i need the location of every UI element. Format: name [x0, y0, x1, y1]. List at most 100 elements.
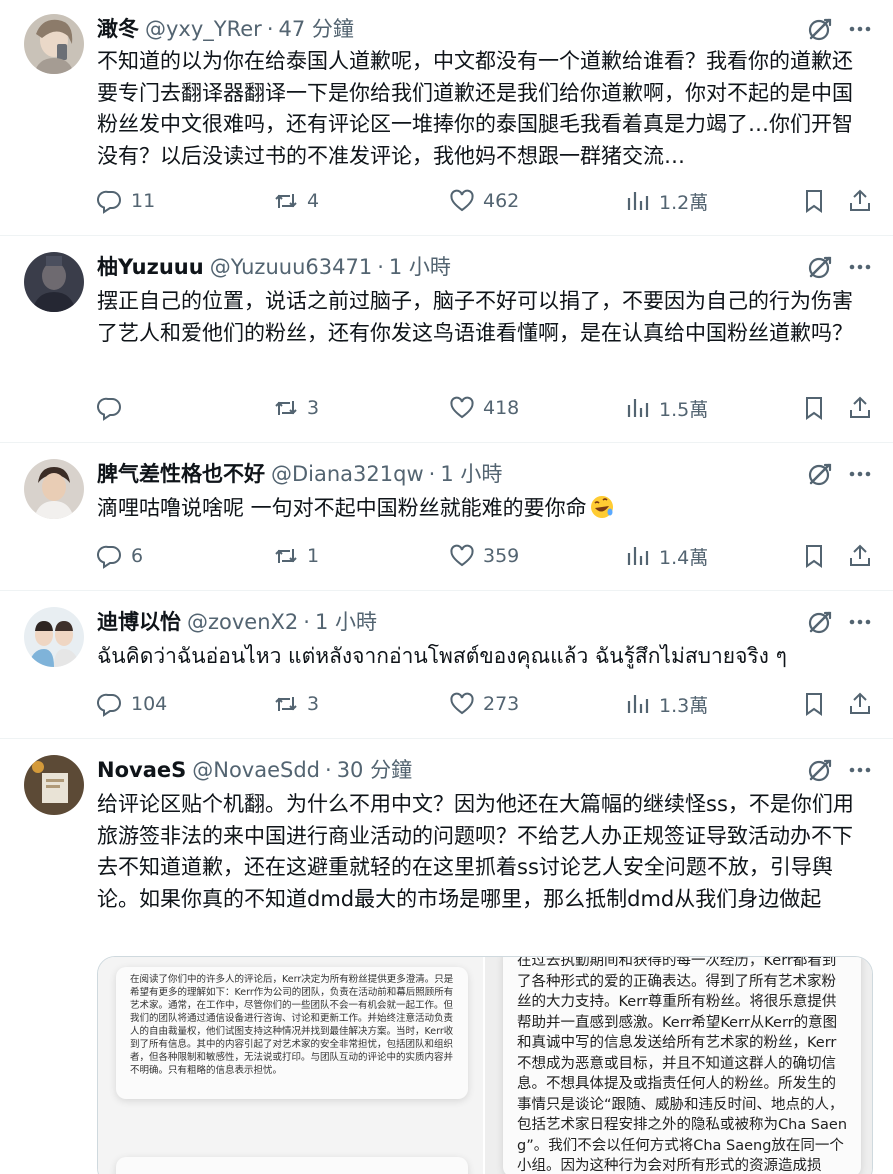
- share-button[interactable]: [847, 541, 873, 571]
- reply-count: 104: [131, 693, 168, 715]
- share-button[interactable]: [847, 689, 873, 719]
- reply-button[interactable]: 11: [97, 186, 155, 216]
- repost-button[interactable]: 3: [273, 393, 319, 423]
- views-button[interactable]: 1.5萬: [625, 393, 708, 423]
- heart-icon: [449, 395, 475, 421]
- views-button[interactable]: 1.3萬: [625, 689, 708, 719]
- share-button[interactable]: [847, 393, 873, 423]
- reply-button[interactable]: [97, 393, 131, 423]
- user-handle[interactable]: @Yuzuuu63471: [210, 252, 372, 282]
- like-button[interactable]: 462: [449, 186, 519, 216]
- grok-icon[interactable]: [807, 609, 833, 635]
- user-handle[interactable]: @zovenX2: [187, 607, 298, 637]
- tweet-5[interactable]: NovaeS @NovaeSdd · 30 分鐘 给评论区贴个机翻。为什么不用中…: [0, 739, 893, 1174]
- avatar[interactable]: [24, 755, 84, 815]
- tweet-actions: 11 4 462 1.2萬: [0, 186, 893, 216]
- repost-count: 3: [307, 397, 320, 419]
- repost-count: 4: [307, 190, 320, 212]
- grok-icon[interactable]: [807, 254, 833, 280]
- tweet-1[interactable]: 澉冬 @yxy_YRer · 47 分鐘 不知道的以为你在给泰国人道歉呢，中文都…: [0, 0, 893, 236]
- views-icon: [625, 543, 651, 569]
- timestamp[interactable]: 47 分鐘: [279, 14, 354, 44]
- grok-icon[interactable]: [807, 757, 833, 783]
- share-icon: [847, 543, 873, 569]
- view-count: 1.5萬: [659, 398, 709, 421]
- repost-button[interactable]: 3: [273, 689, 319, 719]
- screenshot-text: 在过去执勤期间和获得的每一次经历，Kerr都看到了各种形式的爱的正确表达。得到了…: [517, 956, 848, 1174]
- tweet-actions: 3 418 1.5萬: [0, 393, 893, 423]
- separator-dot: ·: [303, 610, 310, 634]
- screenshot-card: 在过去执勤期间和获得的每一次经历，Kerr都看到了各种形式的爱的正确表达。得到了…: [503, 956, 861, 1174]
- tweet-text: 摆正自己的位置，说话之前过脑子，脑子不好可以捐了，不要因为自己的行为伤害了艺人和…: [97, 289, 853, 345]
- reply-count: 11: [131, 190, 156, 212]
- timestamp[interactable]: 30 分鐘: [337, 755, 412, 785]
- like-button[interactable]: 273: [449, 689, 519, 719]
- display-name[interactable]: NovaeS: [97, 755, 186, 785]
- views-button[interactable]: 1.4萬: [625, 541, 708, 571]
- timestamp[interactable]: 1 小時: [389, 252, 451, 282]
- display-name[interactable]: 迪博以怡: [97, 607, 181, 637]
- share-button[interactable]: [847, 186, 873, 216]
- tweet-header: 柚Yuzuuu @Yuzuuu63471 · 1 小時: [97, 252, 783, 282]
- screenshot-card: 在阅读了你们中的许多人的评论后，Kerr决定为所有粉丝提供更多澄清。只是希望有更…: [116, 967, 468, 1099]
- media-image-1[interactable]: 在阅读了你们中的许多人的评论后，Kerr决定为所有粉丝提供更多澄清。只是希望有更…: [98, 957, 485, 1174]
- media-image-2[interactable]: 在过去执勤期间和获得的每一次经历，Kerr都看到了各种形式的爱的正确表达。得到了…: [485, 957, 872, 1174]
- grok-icon[interactable]: [807, 16, 833, 42]
- more-icon[interactable]: [847, 254, 873, 280]
- timestamp[interactable]: 1 小時: [440, 459, 502, 489]
- avatar[interactable]: [24, 459, 84, 519]
- bookmark-button[interactable]: [801, 689, 827, 719]
- tweet-text: 给评论区贴个机翻。为什么不用中文？因为他还在大篇幅的继续怪ss，不是你们用旅游签…: [97, 792, 854, 911]
- more-icon[interactable]: [847, 461, 873, 487]
- share-icon: [847, 691, 873, 717]
- more-icon[interactable]: [847, 757, 873, 783]
- reply-button[interactable]: 6: [97, 541, 143, 571]
- like-button[interactable]: 418: [449, 393, 519, 423]
- timestamp[interactable]: 1 小時: [315, 607, 377, 637]
- tweet-4[interactable]: 迪博以怡 @zovenX2 · 1 小時 ฉันคิดว่าฉันอ่อนไหว…: [0, 591, 893, 739]
- repost-button[interactable]: 4: [273, 186, 319, 216]
- share-icon: [847, 188, 873, 214]
- display-name[interactable]: 澉冬: [97, 14, 139, 44]
- reply-icon: [97, 395, 123, 421]
- views-icon: [625, 395, 651, 421]
- avatar[interactable]: [24, 14, 84, 74]
- bookmark-button[interactable]: [801, 393, 827, 423]
- tweet-media[interactable]: 在阅读了你们中的许多人的评论后，Kerr决定为所有粉丝提供更多澄清。只是希望有更…: [97, 956, 873, 1174]
- grok-icon[interactable]: [807, 461, 833, 487]
- reply-count: 6: [131, 545, 144, 567]
- user-handle[interactable]: @yxy_YRer: [145, 14, 262, 44]
- tweet-3[interactable]: 脾气差性格也不好 @Diana321qw · 1 小時 滴哩咕噜说啥呢 一句对不…: [0, 443, 893, 591]
- display-name[interactable]: 柚Yuzuuu: [97, 252, 204, 282]
- user-handle[interactable]: @Diana321qw: [271, 459, 424, 489]
- repost-button[interactable]: 1: [273, 541, 319, 571]
- views-button[interactable]: 1.2萬: [625, 186, 708, 216]
- tweet-header: 脾气差性格也不好 @Diana321qw · 1 小時: [97, 459, 783, 489]
- bookmark-button[interactable]: [801, 186, 827, 216]
- view-count: 1.2萬: [659, 191, 709, 214]
- bookmark-button[interactable]: [801, 541, 827, 571]
- like-count: 418: [483, 397, 520, 419]
- tweet-text: ฉันคิดว่าฉันอ่อนไหว แต่หลังจากอ่านโพสต์ข…: [97, 644, 787, 668]
- like-button[interactable]: 359: [449, 541, 519, 571]
- tweet-header: 迪博以怡 @zovenX2 · 1 小時: [97, 607, 783, 637]
- user-handle[interactable]: @NovaeSdd: [192, 755, 320, 785]
- avatar[interactable]: [24, 607, 84, 667]
- separator-dot: ·: [266, 17, 274, 41]
- avatar[interactable]: [24, 252, 84, 312]
- more-icon[interactable]: [847, 16, 873, 42]
- like-count: 462: [483, 190, 520, 212]
- view-count: 1.3萬: [659, 694, 709, 717]
- reply-button[interactable]: 104: [97, 689, 167, 719]
- more-icon[interactable]: [847, 609, 873, 635]
- heart-icon: [449, 691, 475, 717]
- repost-icon: [273, 395, 299, 421]
- view-count: 1.4萬: [659, 546, 709, 569]
- like-count: 359: [483, 545, 520, 567]
- tweet-header: NovaeS @NovaeSdd · 30 分鐘: [97, 755, 783, 785]
- display-name[interactable]: 脾气差性格也不好: [97, 459, 265, 489]
- bookmark-icon: [801, 395, 827, 421]
- tweet-2[interactable]: 柚Yuzuuu @Yuzuuu63471 · 1 小時 摆正自己的位置，说话之前…: [0, 236, 893, 443]
- tweet-actions: 104 3 273 1.3萬: [0, 689, 893, 719]
- repost-count: 3: [307, 693, 320, 715]
